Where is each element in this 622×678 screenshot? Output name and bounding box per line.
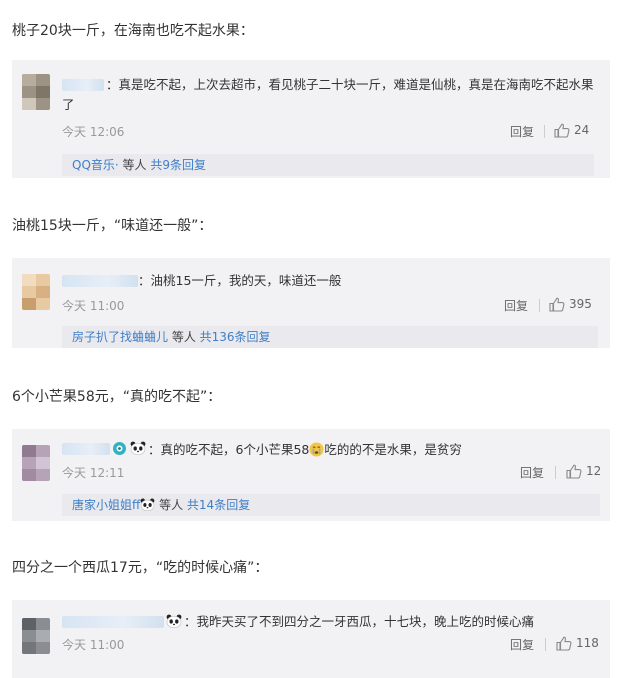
reply-summary-text: 等人 — [168, 330, 200, 344]
divider — [545, 638, 546, 651]
reply-count-link[interactable]: 共9条回复 — [150, 158, 206, 172]
section-heading-1: 桃子20块一斤，在海南也吃不起水果： — [12, 23, 254, 39]
reply-count-link[interactable]: 共14条回复 — [187, 498, 250, 512]
thumbs-up-icon — [556, 636, 572, 651]
like-count: 24 — [574, 123, 590, 137]
reply-user-link[interactable]: 唐家小姐姐ff — [72, 498, 140, 512]
comment-card-4: ：我昨天买了不到四分之一牙西瓜，十七块，晚上吃的时候心痛 今天 11:00 回复… — [12, 600, 610, 678]
thumbs-up-icon — [554, 123, 570, 138]
username[interactable] — [62, 275, 138, 287]
reply-summary-text: 等人 — [155, 498, 187, 512]
reply-summary[interactable]: QQ音乐· 等人 共9条回复 — [62, 154, 594, 176]
vip-badge-icon — [113, 442, 126, 455]
panda-emoji-icon — [130, 441, 146, 455]
comment-time: 今天 12:11 — [62, 466, 125, 480]
avatar[interactable] — [22, 445, 50, 481]
username[interactable] — [62, 79, 104, 91]
comment-text-wrap: 了 — [62, 97, 75, 112]
avatar[interactable] — [22, 74, 50, 110]
divider — [539, 299, 540, 312]
reply-button[interactable]: 回复 — [510, 123, 534, 140]
divider — [544, 125, 545, 138]
reply-user-link[interactable]: QQ音乐· — [72, 158, 119, 172]
comment-text: ：我昨天买了不到四分之一牙西瓜，十七块，晚上吃的时候心痛 — [184, 614, 535, 629]
comment-text: ：油桃15一斤，我的天，味道还一般 — [138, 273, 342, 288]
comment-time: 今天 12:06 — [62, 125, 125, 139]
reply-count-link[interactable]: 共136条回复 — [200, 330, 271, 344]
like-count: 12 — [586, 464, 602, 478]
reply-button[interactable]: 回复 — [520, 464, 544, 481]
avatar[interactable] — [22, 274, 50, 310]
comment-time: 今天 11:00 — [62, 638, 125, 652]
section-heading-3: 6个小芒果58元，“真的吃不起”： — [12, 389, 222, 405]
username[interactable] — [62, 443, 110, 455]
reply-summary-text: 等人 — [118, 158, 151, 172]
reply-summary[interactable]: 唐家小姐姐ff 等人 共14条回复 — [62, 494, 600, 516]
like-count: 118 — [576, 636, 599, 650]
reply-summary[interactable]: 房子扒了找蛐蛐儿 等人 共136条回复 — [62, 326, 598, 348]
comment-time: 今天 11:00 — [62, 299, 125, 313]
reply-user-link[interactable]: 房子扒了找蛐蛐儿 — [72, 330, 168, 344]
section-heading-2: 油桃15块一斤，“味道还一般”： — [12, 218, 213, 234]
comment-card-1: ：真是吃不起，上次去超市，看见桃子二十块一斤，难道是仙桃，真是在海南吃不起水果 … — [12, 60, 610, 178]
thumbs-up-icon — [566, 464, 582, 479]
section-heading-4: 四分之一个西瓜17元，“吃的时候心痛”： — [12, 560, 269, 576]
panda-emoji-icon — [140, 498, 155, 511]
reply-button[interactable]: 回复 — [504, 297, 528, 314]
like-count: 395 — [569, 297, 592, 311]
panda-emoji-icon — [166, 614, 182, 628]
comment-card-3: ：真的吃不起，6个小芒果58 吃的的不是水果，是贫穷 今天 12:11 回复 12… — [12, 429, 610, 521]
crying-emoji-icon — [309, 442, 324, 457]
divider — [555, 466, 556, 479]
avatar[interactable] — [22, 618, 50, 654]
comment-text: ：真是吃不起，上次去超市，看见桃子二十块一斤，难道是仙桃，真是在海南吃不起水果 — [106, 77, 594, 92]
thumbs-up-icon — [549, 297, 565, 312]
comment-text: ：真的吃不起，6个小芒果58 吃的的不是水果，是贫穷 — [148, 442, 462, 457]
username[interactable] — [62, 616, 164, 628]
comment-card-2: ：油桃15一斤，我的天，味道还一般 今天 11:00 回复 395 房子扒了找蛐… — [12, 258, 610, 348]
reply-button[interactable]: 回复 — [510, 636, 534, 653]
